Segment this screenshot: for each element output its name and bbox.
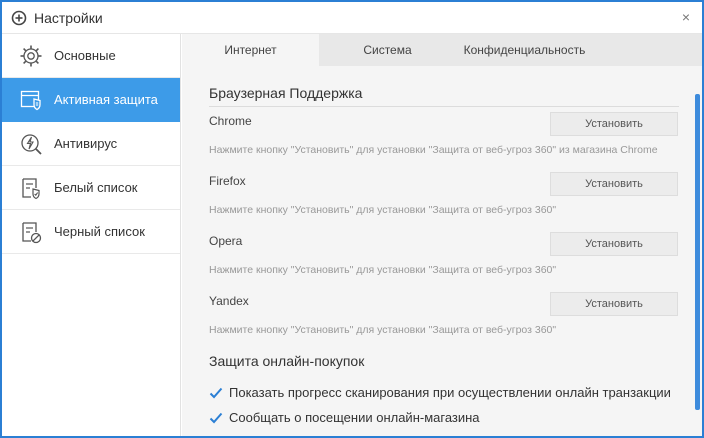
browser-description: Нажмите кнопку "Установить" для установк…: [209, 264, 557, 276]
browser-support-heading: Браузерная Поддержка: [209, 85, 363, 101]
tab-bar: Интернет Система Конфиденциальность: [182, 34, 702, 66]
window-title: Настройки: [34, 10, 103, 26]
whitelist-shield-icon: [19, 176, 43, 200]
sidebar-item-active-protection[interactable]: Активная защита: [2, 78, 180, 122]
sidebar-item-antivirus[interactable]: Антивирус: [2, 122, 180, 166]
blacklist-block-icon: [19, 220, 43, 244]
shield-window-icon: [19, 88, 43, 112]
sidebar-item-label: Активная защита: [54, 92, 158, 107]
title-bar: Настройки ×: [2, 2, 702, 34]
lightning-search-icon: [19, 132, 43, 156]
sidebar-item-label: Основные: [54, 48, 116, 63]
tab-system[interactable]: Система: [319, 34, 456, 66]
sidebar: Основные Активная защита Антивирус Белый…: [2, 34, 181, 436]
vertical-scrollbar[interactable]: [695, 94, 700, 410]
section-divider: [209, 106, 679, 107]
browser-name-yandex: Yandex: [209, 294, 249, 308]
sidebar-item-blacklist[interactable]: Черный список: [2, 210, 180, 254]
install-yandex-button[interactable]: Установить: [550, 292, 678, 316]
checkbox-label: Сообщать о посещении онлайн-магазина: [229, 410, 480, 425]
plus-circle-icon: [11, 10, 27, 26]
install-firefox-button[interactable]: Установить: [550, 172, 678, 196]
close-button[interactable]: ×: [678, 8, 694, 26]
tab-internet[interactable]: Интернет: [182, 34, 319, 66]
sidebar-item-label: Белый список: [54, 180, 138, 195]
checkbox-checked-icon[interactable]: [209, 411, 223, 425]
browser-name-opera: Opera: [209, 234, 243, 248]
browser-name-chrome: Chrome: [209, 114, 252, 128]
sidebar-item-label: Антивирус: [54, 136, 118, 151]
browser-description: Нажмите кнопку "Установить" для установк…: [209, 324, 557, 336]
checkbox-checked-icon[interactable]: [209, 386, 223, 400]
sidebar-item-label: Черный список: [54, 224, 145, 239]
sidebar-item-general[interactable]: Основные: [2, 34, 180, 78]
install-opera-button[interactable]: Установить: [550, 232, 678, 256]
online-shopping-heading: Защита онлайн-покупок: [209, 353, 365, 369]
settings-window: Настройки × Основные Активная защита Ант…: [0, 0, 704, 438]
tab-privacy[interactable]: Конфиденциальность: [452, 34, 597, 66]
checkbox-label: Показать прогресс сканирования при осуще…: [229, 385, 671, 400]
sidebar-item-whitelist[interactable]: Белый список: [2, 166, 180, 210]
install-chrome-button[interactable]: Установить: [550, 112, 678, 136]
browser-name-firefox: Firefox: [209, 174, 246, 188]
content-panel: Интернет Система Конфиденциальность Брау…: [182, 34, 702, 436]
browser-description: Нажмите кнопку "Установить" для установк…: [209, 144, 658, 156]
browser-description: Нажмите кнопку "Установить" для установк…: [209, 204, 557, 216]
gear-icon: [19, 44, 43, 68]
